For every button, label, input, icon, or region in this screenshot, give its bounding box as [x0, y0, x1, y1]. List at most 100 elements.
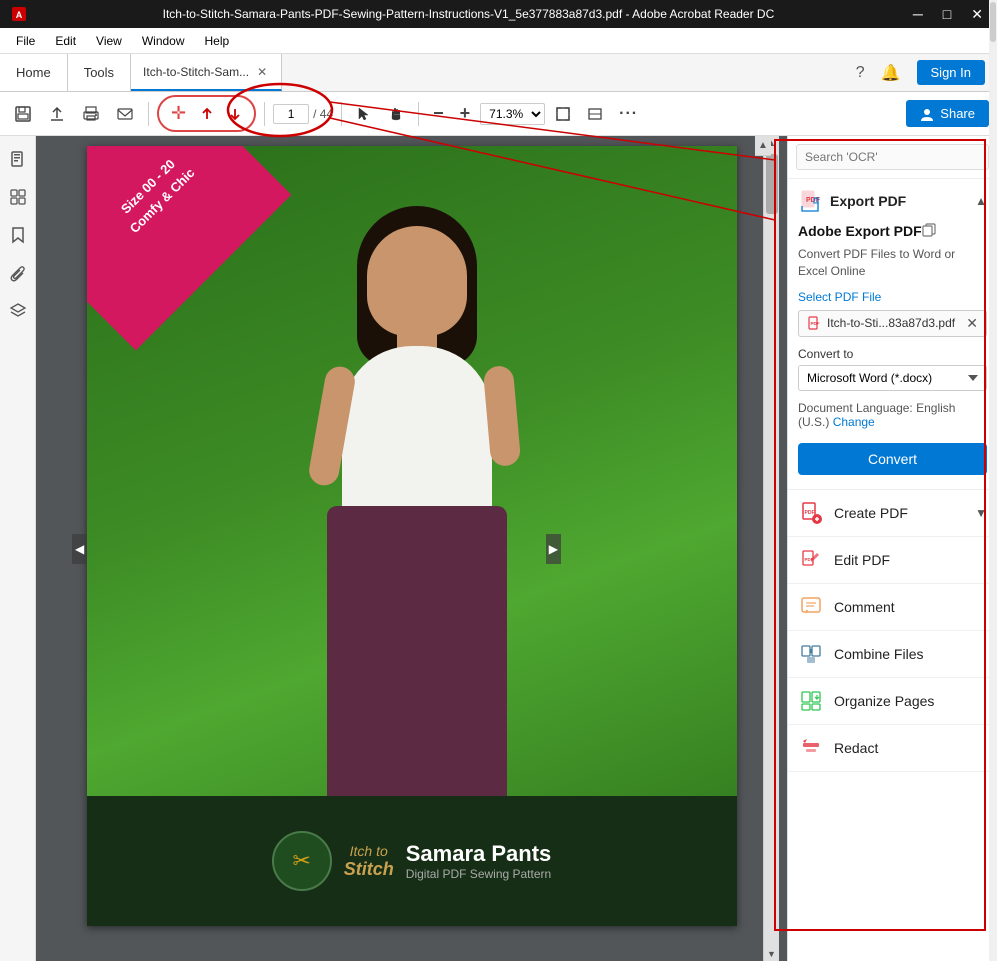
- menu-bar: File Edit View Window Help: [0, 28, 997, 54]
- nav-group: ✛: [157, 95, 256, 132]
- sidebar-attachment-button[interactable]: [3, 258, 33, 288]
- edit-pdf-item[interactable]: PDF Edit PDF: [788, 537, 997, 584]
- svg-text:PDF: PDF: [805, 510, 815, 516]
- cursor-tool-button[interactable]: [350, 102, 378, 126]
- sidebar-pages-button[interactable]: [3, 144, 33, 174]
- scrollbar-down-button[interactable]: ▼: [767, 947, 776, 961]
- copy-button[interactable]: [922, 223, 936, 242]
- svg-text:PDF: PDF: [811, 321, 820, 326]
- scrollbar-thumb[interactable]: [766, 154, 778, 214]
- organize-pages-icon: [798, 688, 824, 714]
- tab-spacer: [282, 54, 844, 91]
- share-button[interactable]: Share: [906, 100, 989, 127]
- pdf-page: Size 00 - 20 Comfy & Chic ✂ Itch to: [87, 146, 737, 926]
- footer-row: ✂ Itch to Stitch Samara Pants Digital PD…: [272, 831, 552, 891]
- zoom-out-button[interactable]: −: [427, 99, 450, 128]
- comment-icon: [798, 594, 824, 620]
- tab-tools[interactable]: Tools: [68, 54, 131, 91]
- tab-bar-actions: ? 🔔 Sign In: [844, 54, 997, 91]
- redact-label: Redact: [834, 740, 878, 756]
- organize-pages-item[interactable]: Organize Pages: [788, 678, 997, 725]
- combine-files-label: Combine Files: [834, 646, 923, 662]
- minimize-button[interactable]: ─: [907, 4, 929, 25]
- woman-blouse: [342, 346, 492, 526]
- next-page-button[interactable]: [222, 103, 248, 125]
- more-options-button[interactable]: ···: [613, 101, 644, 127]
- menu-edit[interactable]: Edit: [47, 32, 84, 50]
- window-title: Itch-to-Stitch-Samara-Pants-PDF-Sewing-P…: [30, 7, 907, 21]
- left-collapse-button[interactable]: ◀: [72, 534, 87, 564]
- footer-text-block: Itch to Stitch: [344, 843, 394, 880]
- menu-window[interactable]: Window: [134, 32, 193, 50]
- comment-item[interactable]: Comment: [788, 584, 997, 631]
- upload-button[interactable]: [42, 101, 72, 127]
- create-pdf-label: Create PDF: [834, 505, 908, 521]
- export-pdf-content: Adobe Export PDF Convert PDF Files to Wo…: [788, 223, 997, 489]
- right-panel-scrollbar: [989, 136, 997, 961]
- export-description: Convert PDF Files to Word or Excel Onlin…: [798, 246, 987, 280]
- redact-item[interactable]: Redact: [788, 725, 997, 772]
- fit-width-button[interactable]: [581, 102, 609, 126]
- email-button[interactable]: [110, 101, 140, 127]
- tab-document[interactable]: Itch-to-Stitch-Sam... ✕: [131, 54, 282, 91]
- sidebar-thumbnail-button[interactable]: [3, 182, 33, 212]
- menu-file[interactable]: File: [8, 32, 43, 50]
- prev-page-button[interactable]: [194, 103, 220, 125]
- convert-to-select[interactable]: Microsoft Word (*.docx) Microsoft Excel …: [798, 365, 987, 391]
- export-pdf-label: Export PDF: [830, 193, 967, 209]
- export-pdf-arrow: ▲: [975, 194, 987, 208]
- change-language-link[interactable]: Change: [833, 415, 875, 429]
- export-title-row: Adobe Export PDF: [798, 223, 987, 242]
- hand-tool-button[interactable]: [382, 102, 410, 126]
- sidebar-layers-button[interactable]: [3, 296, 33, 326]
- convert-to-label: Convert to: [798, 347, 987, 361]
- main-area: ▲: [0, 136, 997, 961]
- save-button[interactable]: [8, 101, 38, 127]
- right-panel-scroll: PDF Export PDF ▲ Adobe Export PDF: [788, 136, 997, 961]
- tab-close-button[interactable]: ✕: [255, 65, 269, 79]
- pdf-footer-subtitle: Digital PDF Sewing Pattern: [406, 867, 551, 881]
- export-pdf-header[interactable]: PDF Export PDF ▲: [788, 179, 997, 223]
- file-pill: PDF Itch-to-Sti...83a87d3.pdf ✕: [798, 310, 987, 337]
- edit-pdf-label: Edit PDF: [834, 552, 890, 568]
- notification-button[interactable]: 🔔: [881, 63, 901, 83]
- pdf-view-area: ▲: [36, 136, 787, 961]
- menu-view[interactable]: View: [88, 32, 130, 50]
- fit-page-button[interactable]: [549, 102, 577, 126]
- scroll-up-button[interactable]: ▲: [758, 140, 768, 151]
- convert-button[interactable]: Convert: [798, 443, 987, 475]
- create-pdf-item[interactable]: PDF Create PDF ▼: [788, 490, 997, 537]
- window-controls: ─ □ ✕: [907, 4, 989, 25]
- pdf-scrollbar: ▲ ▼: [763, 136, 779, 961]
- zoom-in-button[interactable]: +: [454, 99, 477, 128]
- toolbar-divider-4: [418, 102, 419, 126]
- panel-search-input[interactable]: [796, 144, 989, 170]
- right-collapse-button[interactable]: ▶: [546, 534, 561, 564]
- maximize-button[interactable]: □: [937, 4, 957, 25]
- left-sidebar: [0, 136, 36, 961]
- organize-pages-label: Organize Pages: [834, 693, 934, 709]
- tab-home[interactable]: Home: [0, 54, 68, 91]
- title-bar: A Itch-to-Stitch-Samara-Pants-PDF-Sewing…: [0, 0, 997, 28]
- edit-pdf-icon: PDF: [798, 547, 824, 573]
- zoom-select[interactable]: 71.3% 50% 75% 100% 125% 150%: [480, 103, 545, 125]
- print-button[interactable]: [76, 101, 106, 127]
- doc-language: Document Language: English (U.S.) Change: [798, 401, 987, 429]
- woman-face: [367, 226, 467, 336]
- toolbar-divider-2: [264, 102, 265, 126]
- toolbar: ✛ / 44 − + 71.3% 50% 75% 100% 125% 150% …: [0, 92, 997, 136]
- combine-files-item[interactable]: Combine Files: [788, 631, 997, 678]
- close-button[interactable]: ✕: [965, 4, 989, 25]
- scroll-up-area: ▲: [755, 136, 771, 156]
- select-pdf-link[interactable]: Select PDF File: [798, 290, 987, 304]
- help-button[interactable]: ?: [856, 64, 865, 82]
- crosshair-button[interactable]: ✛: [165, 99, 192, 128]
- sidebar-bookmark-button[interactable]: [3, 220, 33, 250]
- create-pdf-arrow: ▼: [975, 506, 987, 520]
- file-remove-button[interactable]: ✕: [966, 315, 978, 332]
- sign-in-button[interactable]: Sign In: [917, 60, 985, 85]
- pdf-footer-title: Samara Pants: [406, 841, 552, 867]
- page-number-input[interactable]: [273, 104, 309, 124]
- menu-help[interactable]: Help: [197, 32, 238, 50]
- export-title: Adobe Export PDF: [798, 223, 922, 239]
